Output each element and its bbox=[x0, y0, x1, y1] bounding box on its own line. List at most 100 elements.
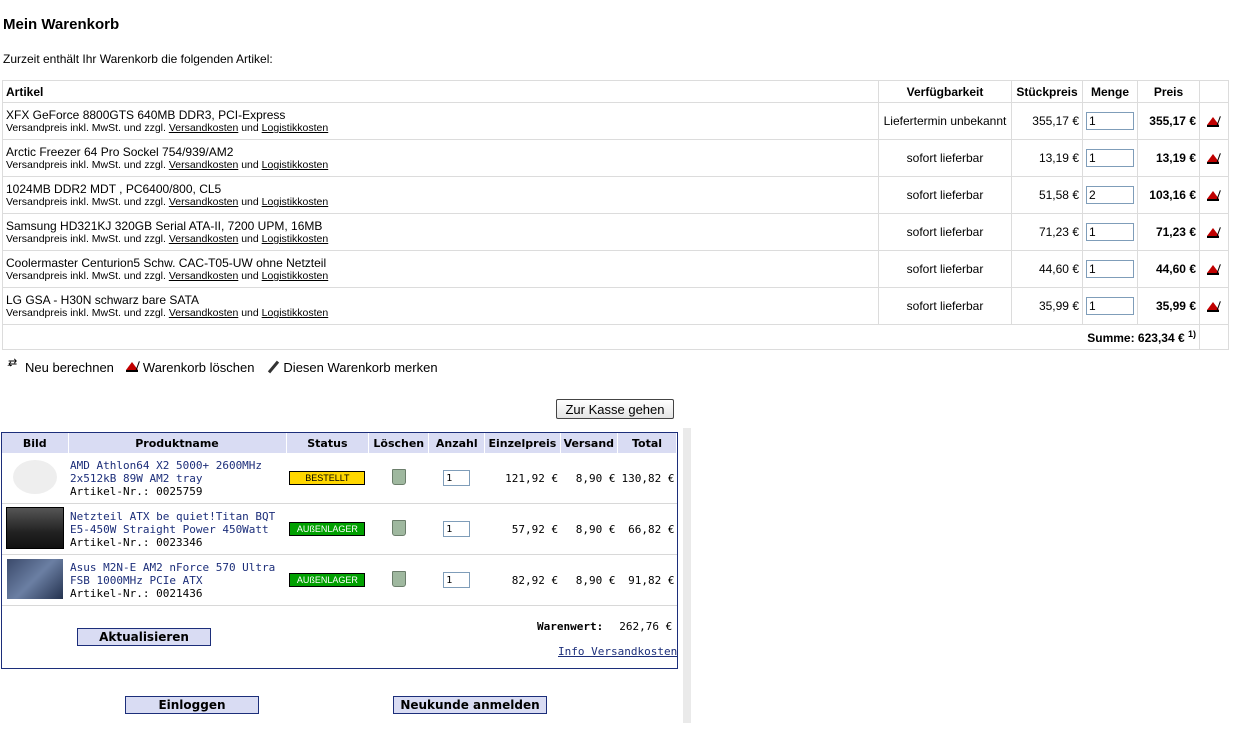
quantity-input[interactable] bbox=[443, 470, 471, 486]
save-cart-action[interactable]: Diesen Warenkorb merken bbox=[266, 360, 437, 375]
order-row: AMD Athlon64 X2 5000+ 2600MHz 2x512kB 89… bbox=[2, 453, 677, 504]
delete-item-icon[interactable] bbox=[1207, 152, 1221, 165]
unit-price: 35,99 € bbox=[1011, 287, 1083, 325]
col-loeschen: Löschen bbox=[368, 433, 430, 453]
delete-item-icon[interactable] bbox=[1207, 115, 1221, 128]
product-thumbnail[interactable] bbox=[6, 506, 64, 549]
cart-actions: ⇄ ‾ Neu berechnen Warenkorb löschen Diese… bbox=[8, 357, 438, 377]
quantity-input[interactable] bbox=[443, 572, 471, 588]
login-button[interactable]: Einloggen bbox=[125, 696, 259, 714]
shipping-price: 8,90 € bbox=[560, 453, 618, 504]
product-name-cell: AMD Athlon64 X2 5000+ 2600MHz 2x512kB 89… bbox=[68, 453, 286, 504]
cart-article-cell: LG GSA - H30N schwarz bare SATA Versandp… bbox=[2, 287, 879, 325]
product-shipping-note: Versandpreis inkl. MwSt. und zzgl. Versa… bbox=[6, 270, 875, 282]
logistikkosten-link[interactable]: Logistikkosten bbox=[262, 122, 329, 134]
quantity-input[interactable] bbox=[1086, 297, 1134, 315]
warenwert-label: Warenwert: bbox=[537, 620, 604, 633]
unit-price: 82,92 € bbox=[484, 554, 561, 606]
register-button[interactable]: Neukunde anmelden bbox=[393, 696, 547, 714]
unit-price: 44,60 € bbox=[1011, 250, 1083, 288]
quantity-input[interactable] bbox=[443, 521, 471, 537]
product-shipping-note: Versandpreis inkl. MwSt. und zzgl. Versa… bbox=[6, 122, 875, 134]
delete-item-icon[interactable] bbox=[1207, 226, 1221, 239]
product-link-line2[interactable]: 2x512kB 89W AM2 tray bbox=[70, 472, 202, 485]
trash-icon[interactable] bbox=[391, 519, 406, 536]
unit-price: 13,19 € bbox=[1011, 139, 1083, 177]
logistikkosten-link[interactable]: Logistikkosten bbox=[262, 159, 329, 171]
product-name: XFX GeForce 8800GTS 640MB DDR3, PCI-Expr… bbox=[6, 108, 286, 122]
quantity-input[interactable] bbox=[1086, 149, 1134, 167]
quantity-cell bbox=[1082, 139, 1138, 177]
shipping-note-und: und bbox=[241, 122, 259, 134]
versandkosten-link[interactable]: Versandkosten bbox=[169, 122, 238, 134]
shipping-price: 8,90 € bbox=[560, 554, 618, 606]
shipping-note-und: und bbox=[241, 307, 259, 319]
cart-row: Coolermaster Centurion5 Schw. CAC-T05-UW… bbox=[2, 250, 1229, 288]
product-thumbnail[interactable] bbox=[7, 558, 63, 599]
col-stueckpreis: Stückpreis bbox=[1011, 80, 1083, 103]
article-number: Artikel-Nr.: 0025759 bbox=[70, 484, 203, 498]
shipping-note-prefix: Versandpreis inkl. MwSt. und zzgl. bbox=[6, 270, 166, 282]
logistikkosten-link[interactable]: Logistikkosten bbox=[262, 307, 329, 319]
order-row: Asus M2N-E AM2 nForce 570 Ultra FSB 1000… bbox=[2, 554, 677, 606]
col-produktname: Produktname bbox=[68, 433, 287, 453]
delete-item-icon[interactable] bbox=[1207, 300, 1221, 313]
line-price: 71,23 € bbox=[1137, 213, 1200, 251]
col-versand: Versand bbox=[560, 433, 619, 453]
clear-cart-action[interactable]: Warenkorb löschen bbox=[125, 360, 254, 375]
product-link-line1[interactable]: Asus M2N-E AM2 nForce 570 Ultra bbox=[70, 561, 275, 574]
cart-row: 1024MB DDR2 MDT , PC6400/800, CL5 Versan… bbox=[2, 176, 1229, 214]
versandkosten-link[interactable]: Versandkosten bbox=[169, 159, 238, 171]
status-badge: AUßENLAGER bbox=[289, 573, 366, 587]
versandkosten-link[interactable]: Versandkosten bbox=[169, 307, 238, 319]
product-link-line1[interactable]: Netzteil ATX be quiet!Titan BQT bbox=[70, 510, 275, 523]
recalc-icon: ⇄ ‾ bbox=[8, 357, 18, 377]
product-link-line2[interactable]: E5-450W Straight Power 450Watt bbox=[70, 523, 269, 536]
shipping-note-und: und bbox=[241, 196, 259, 208]
col-anzahl: Anzahl bbox=[428, 433, 486, 453]
quantity-input[interactable] bbox=[1086, 223, 1134, 241]
logistikkosten-link[interactable]: Logistikkosten bbox=[262, 270, 329, 282]
delete-cell bbox=[368, 554, 429, 606]
quantity-input[interactable] bbox=[1086, 186, 1134, 204]
product-thumbnail[interactable] bbox=[13, 459, 57, 494]
quantity-input[interactable] bbox=[1086, 112, 1134, 130]
shipping-note-prefix: Versandpreis inkl. MwSt. und zzgl. bbox=[6, 233, 166, 245]
recalc-action[interactable]: ⇄ ‾ Neu berechnen bbox=[8, 357, 114, 377]
logistikkosten-link[interactable]: Logistikkosten bbox=[262, 233, 329, 245]
availability: sofort lieferbar bbox=[878, 139, 1012, 177]
product-name-cell: Netzteil ATX be quiet!Titan BQT E5-450W … bbox=[68, 503, 286, 555]
versandkosten-link[interactable]: Versandkosten bbox=[169, 196, 238, 208]
checkout-button[interactable]: Zur Kasse gehen bbox=[556, 399, 674, 419]
quantity-input[interactable] bbox=[1086, 260, 1134, 278]
product-name-cell: Asus M2N-E AM2 nForce 570 Ultra FSB 1000… bbox=[68, 554, 286, 606]
versandkosten-link[interactable]: Versandkosten bbox=[169, 270, 238, 282]
logistikkosten-link[interactable]: Logistikkosten bbox=[262, 196, 329, 208]
delete-item-icon[interactable] bbox=[1207, 263, 1221, 276]
recalc-label: Neu berechnen bbox=[25, 359, 114, 375]
cart-row: Arctic Freezer 64 Pro Sockel 754/939/AM2… bbox=[2, 139, 1229, 177]
shipping-note-prefix: Versandpreis inkl. MwSt. und zzgl. bbox=[6, 122, 166, 134]
versandkosten-link[interactable]: Versandkosten bbox=[169, 233, 238, 245]
product-link-line1[interactable]: AMD Athlon64 X2 5000+ 2600MHz bbox=[70, 459, 262, 472]
trash-icon[interactable] bbox=[391, 468, 406, 485]
quantity-cell bbox=[1082, 287, 1138, 325]
availability: sofort lieferbar bbox=[878, 213, 1012, 251]
status-cell: AUßENLAGER bbox=[286, 554, 369, 606]
trash-icon[interactable] bbox=[391, 570, 406, 587]
update-button[interactable]: Aktualisieren bbox=[77, 628, 211, 646]
delete-cart-icon bbox=[125, 361, 140, 373]
status-cell: BESTELLT bbox=[286, 453, 369, 504]
product-name: Coolermaster Centurion5 Schw. CAC-T05-UW… bbox=[6, 256, 327, 270]
product-shipping-note: Versandpreis inkl. MwSt. und zzgl. Versa… bbox=[6, 233, 875, 245]
cart-article-cell: 1024MB DDR2 MDT , PC6400/800, CL5 Versan… bbox=[2, 176, 879, 214]
line-price: 35,99 € bbox=[1137, 287, 1200, 325]
delete-cell bbox=[1199, 287, 1229, 325]
total-price: 91,82 € bbox=[617, 554, 677, 606]
unit-price: 71,23 € bbox=[1011, 213, 1083, 251]
product-link-line2[interactable]: FSB 1000MHz PCIe ATX bbox=[70, 574, 202, 587]
col-status: Status bbox=[286, 433, 370, 453]
shipping-note-prefix: Versandpreis inkl. MwSt. und zzgl. bbox=[6, 159, 166, 171]
delete-item-icon[interactable] bbox=[1207, 189, 1221, 202]
info-versandkosten-link[interactable]: Info Versandkosten bbox=[558, 645, 677, 658]
